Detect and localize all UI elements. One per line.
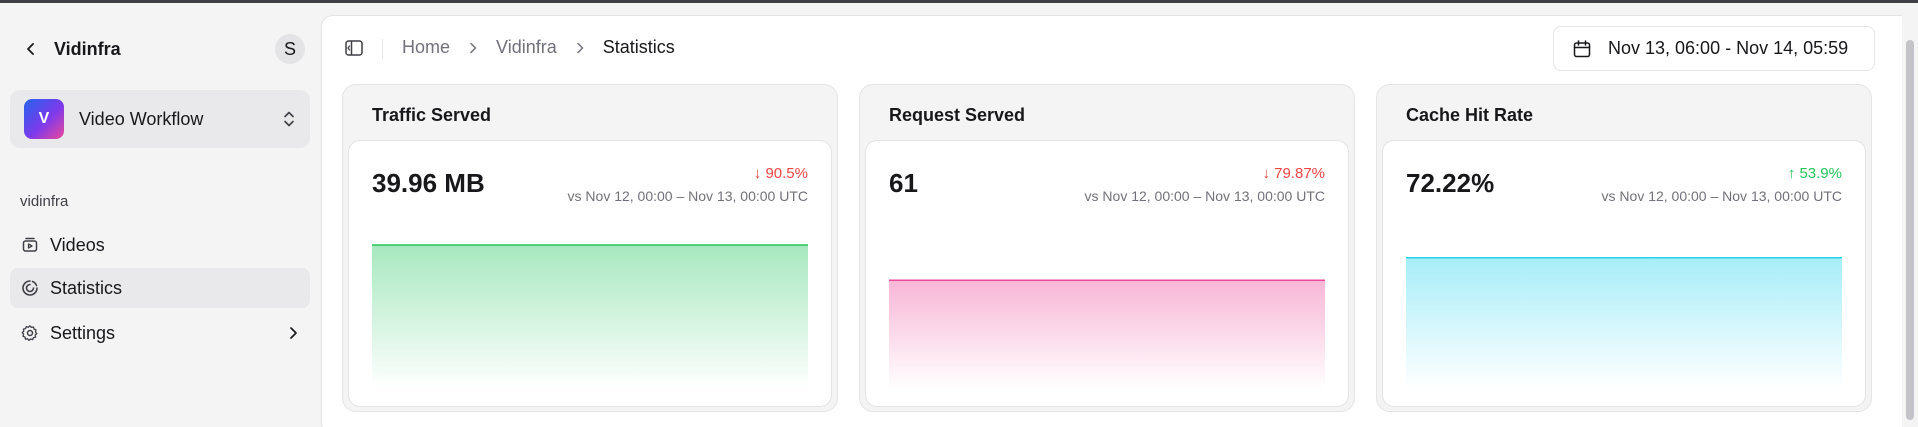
avatar[interactable]: S <box>275 34 305 64</box>
card-body: 61 ↓ 79.87% vs Nov 12, 00:00 – Nov 13, 0… <box>865 140 1349 407</box>
breadcrumb: Home Vidinfra Statistics <box>402 37 675 58</box>
comparison-period: vs Nov 12, 00:00 – Nov 13, 00:00 UTC <box>1084 188 1325 204</box>
breadcrumb-vidinfra[interactable]: Vidinfra <box>496 37 557 58</box>
chevron-right-icon <box>575 41 585 55</box>
workspace-logo: V <box>24 99 64 139</box>
sidebar-group-label: vidinfra <box>20 193 69 210</box>
arrow-up-icon: ↑ <box>1787 165 1796 182</box>
sidebar-item-statistics[interactable]: Statistics <box>10 268 310 308</box>
arrow-down-icon: ↓ <box>1262 165 1270 182</box>
calendar-icon <box>1572 39 1592 59</box>
top-bar: Home Vidinfra Statistics Nov 13, 06:00 -… <box>322 16 1911 80</box>
breadcrumb-home[interactable]: Home <box>402 37 450 58</box>
area-fill <box>372 245 808 389</box>
workspace-name: Video Workflow <box>79 108 204 129</box>
comparison-period: vs Nov 12, 00:00 – Nov 13, 00:00 UTC <box>567 188 808 204</box>
project-title: Vidinfra <box>54 38 121 59</box>
sidebar-item-label: Settings <box>50 322 116 343</box>
date-range-picker[interactable]: Nov 13, 06:00 - Nov 14, 05:59 <box>1553 26 1875 71</box>
card-title: Traffic Served <box>372 105 492 125</box>
date-range-label: Nov 13, 06:00 - Nov 14, 05:59 <box>1608 38 1849 58</box>
comparison-period: vs Nov 12, 00:00 – Nov 13, 00:00 UTC <box>1601 188 1842 204</box>
chevron-right-icon <box>287 326 299 340</box>
card-body: 39.96 MB ↓ 90.5% vs Nov 12, 00:00 – Nov … <box>348 140 832 407</box>
metric-card-traffic: Traffic Served 39.96 MB ↓ 90.5% vs Nov 1… <box>342 84 838 412</box>
scrollbar[interactable] <box>1902 6 1918 427</box>
delta-badge: ↑ 53.9% <box>1787 165 1842 182</box>
metric-value: 39.96 MB <box>372 168 485 198</box>
sidebar-item-settings[interactable]: Settings <box>10 313 310 353</box>
card-title: Cache Hit Rate <box>1406 105 1534 125</box>
video-library-icon <box>21 236 39 254</box>
delta-badge: ↓ 79.87% <box>1262 165 1325 182</box>
chevron-up-down-icon <box>282 110 296 128</box>
delta-badge: ↓ 90.5% <box>753 165 808 182</box>
card-title: Request Served <box>889 105 1026 125</box>
area-chart <box>1406 257 1842 389</box>
metric-value: 61 <box>889 168 918 198</box>
sidebar-item-videos[interactable]: Videos <box>10 225 310 265</box>
area-chart <box>889 279 1325 389</box>
sidebar: Vidinfra S V Video Workflow vidinfra Vid… <box>0 6 320 427</box>
area-chart <box>372 244 808 389</box>
metric-card-requests: Request Served 61 ↓ 79.87% vs Nov 12, 00… <box>859 84 1355 412</box>
gear-icon <box>21 324 39 342</box>
breadcrumb-statistics: Statistics <box>602 37 675 57</box>
chart-pie-icon <box>21 279 39 297</box>
metric-card-cache-hit: Cache Hit Rate 72.22% ↑ 53.9% vs Nov 12,… <box>1376 84 1872 412</box>
sidebar-toggle-icon[interactable] <box>344 38 366 60</box>
arrow-down-icon: ↓ <box>753 165 762 182</box>
chevron-right-icon <box>468 41 478 55</box>
scrollbar-thumb[interactable] <box>1906 40 1914 420</box>
chevron-left-icon[interactable] <box>20 38 42 60</box>
main-panel: Home Vidinfra Statistics Nov 13, 06:00 -… <box>321 15 1912 427</box>
metric-value: 72.22% <box>1406 168 1495 198</box>
sidebar-item-label: Statistics <box>50 277 123 298</box>
sidebar-header: Vidinfra S <box>20 32 305 66</box>
workspace-switcher[interactable]: V Video Workflow <box>10 90 310 148</box>
divider <box>382 39 383 59</box>
sidebar-item-label: Videos <box>50 234 105 255</box>
area-fill <box>889 280 1325 389</box>
area-fill <box>1406 257 1842 389</box>
card-body: 72.22% ↑ 53.9% vs Nov 12, 00:00 – Nov 13… <box>1382 140 1866 407</box>
